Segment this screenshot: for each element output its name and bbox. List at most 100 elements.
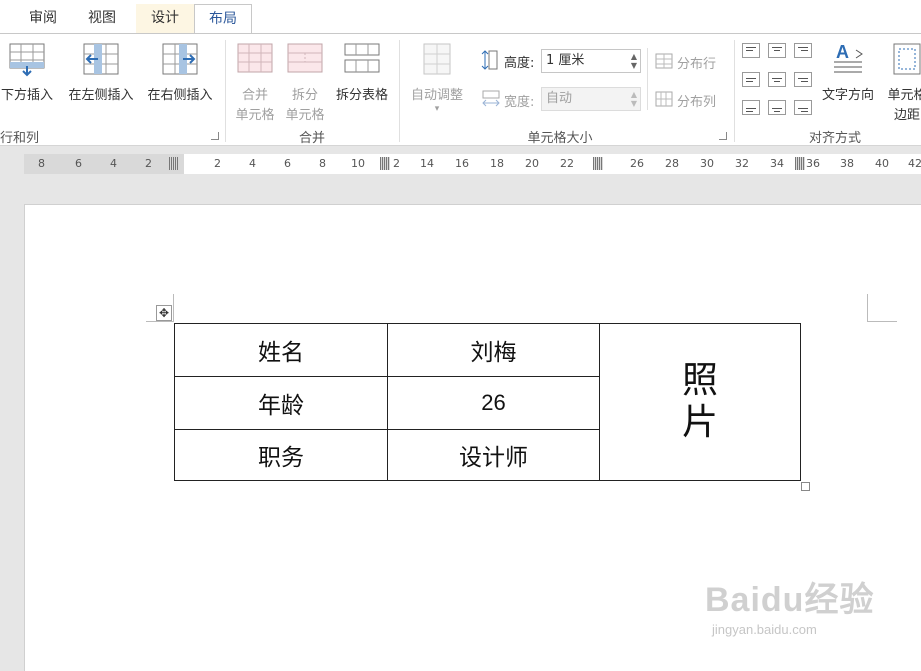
tab-review[interactable]: 审阅 [18,4,68,34]
group-divider [734,40,735,142]
ruler-number: 36 [806,157,820,170]
insert-right-label: 在右侧插入 [147,88,213,103]
ruler-number: 6 [75,157,82,170]
ruler-number: 30 [700,157,714,170]
ruler-number: 34 [770,157,784,170]
merge-cells-label-line2: 单元格 [235,108,275,123]
ruler-number: 18 [490,157,504,170]
cell-margins-label-line2: 边距 [893,108,920,123]
cell-job-value[interactable]: 设计师 [387,429,600,481]
tab-design[interactable]: 设计 [136,4,194,34]
table-resize-handle[interactable] [801,482,810,491]
ribbon-tab-bar: 审阅 视图 设计 布局 [0,0,921,34]
ruler-number: 8 [319,157,326,170]
cell-margins-icon [893,43,921,75]
ruler-number: 2 [214,157,221,170]
split-cells-label-line1: 拆分 [291,88,318,103]
insert-left-icon [83,43,119,75]
align-top-right-icon[interactable] [794,43,812,58]
align-middle-left-icon[interactable] [742,72,760,87]
align-bottom-left-icon[interactable] [742,100,760,115]
photo-text-line2: 片 [681,402,718,443]
cell-age-value[interactable]: 26 [387,376,600,430]
distribute-rows-button[interactable]: 分布行 [677,53,716,72]
cell-margins-button[interactable]: 单元格 边距 [880,42,921,126]
insert-right-icon [162,43,198,75]
height-spinner[interactable]: 1 厘米 ▲ ▼ [541,49,641,73]
ruler-number: 2 [393,157,400,170]
group-label-cell-size: 单元格大小 [527,131,593,146]
photo-text-line1: 照 [681,360,718,401]
cell-name-value[interactable]: 刘梅 [387,323,600,377]
ribbon: 下方插入 在左侧插入 在右侧插入 行和列 合并 单元格 拆分 单元格 拆分表格 … [0,33,921,146]
cell-size-dialog-launcher-icon[interactable] [719,132,727,140]
text-direction-icon: A [834,42,863,73]
ruler-number: 14 [420,157,434,170]
split-table-button[interactable]: 拆分表格 [330,42,394,122]
group-divider [399,40,400,142]
split-table-label: 拆分表格 [335,88,388,103]
autofit-dropdown-arrow-icon: ▾ [434,104,440,114]
text-direction-button[interactable]: A 文字方向 [816,42,880,122]
watermark-brand: Baidu经验 [705,581,875,619]
split-cells-button[interactable]: 拆分 单元格 [280,42,330,124]
width-spinner[interactable]: 自动 ▲ ▼ [541,87,641,111]
autofit-label: 自动调整 [410,88,463,103]
align-bottom-center-icon[interactable] [768,100,786,115]
cell-job-label[interactable]: 职务 [174,429,388,481]
width-label: 宽度: [504,95,535,110]
horizontal-ruler[interactable]: 8 6 4 2 2 4 6 8 10 2 14 16 18 20 22 26 2… [24,154,921,174]
distribute-columns-button[interactable]: 分布列 [677,91,716,110]
spinner-arrows-icon[interactable]: ▲ ▼ [631,52,637,70]
ruler-column-marker[interactable] [169,157,179,170]
ruler-column-marker[interactable] [593,157,603,170]
ruler-number: 10 [351,157,365,170]
column-width-icon [482,90,500,107]
cell-name-label[interactable]: 姓名 [174,323,388,377]
split-cells-icon [287,43,323,73]
watermark-url: jingyan.baidu.com [712,622,817,637]
ruler-number: 40 [875,157,889,170]
svg-text:A: A [836,42,849,62]
cell-margins-label-line1: 单元格 [887,88,921,103]
height-label: 高度: [504,56,535,71]
resume-table[interactable]: 姓名 刘梅 照 片 年龄 26 职务 设计师 [174,323,801,481]
table-move-handle-icon[interactable]: ✥ [156,305,172,321]
merge-cells-button[interactable]: 合并 单元格 [230,42,280,124]
align-top-center-icon[interactable] [768,43,786,58]
ruler-number: 4 [110,157,117,170]
merge-cells-icon [237,43,273,73]
insert-right-button[interactable]: 在右侧插入 [142,42,218,122]
insert-below-label: 下方插入 [0,88,53,103]
ruler-number: 4 [249,157,256,170]
align-top-left-icon[interactable] [742,43,760,58]
rows-cols-dialog-launcher-icon[interactable] [211,132,219,140]
autofit-button[interactable]: 自动调整 ▾ [404,42,470,126]
align-middle-right-icon[interactable] [794,72,812,87]
tab-view[interactable]: 视图 [77,4,127,34]
watermark: Baidu经验 jingyan.baidu.com [700,572,900,652]
insert-left-button[interactable]: 在左侧插入 [63,42,139,122]
cell-age-label[interactable]: 年龄 [174,376,388,430]
group-label-merge: 合并 [298,131,325,146]
insert-left-label: 在左侧插入 [68,88,134,103]
spinner-arrows-icon[interactable]: ▲ ▼ [631,90,637,108]
group-label-rows-cols: 行和列 [0,131,40,146]
align-bottom-right-icon[interactable] [794,100,812,115]
ruler-column-marker[interactable] [795,157,805,170]
ruler-number: 32 [735,157,749,170]
align-middle-center-icon[interactable] [768,72,786,87]
height-value: 1 厘米 [546,53,585,68]
ruler-column-marker[interactable] [380,157,390,170]
ruler-number: 38 [840,157,854,170]
ruler-number: 22 [560,157,574,170]
split-cells-label-line2: 单元格 [285,108,325,123]
distribute-columns-icon [655,91,673,107]
tab-layout[interactable]: 布局 [194,4,252,34]
group-divider [225,40,226,142]
ruler-number: 42 [908,157,921,170]
merge-cells-label-line1: 合并 [241,88,268,103]
insert-below-button[interactable]: 下方插入 [0,42,62,122]
ruler-number: 16 [455,157,469,170]
cell-photo[interactable]: 照 片 [599,323,801,481]
